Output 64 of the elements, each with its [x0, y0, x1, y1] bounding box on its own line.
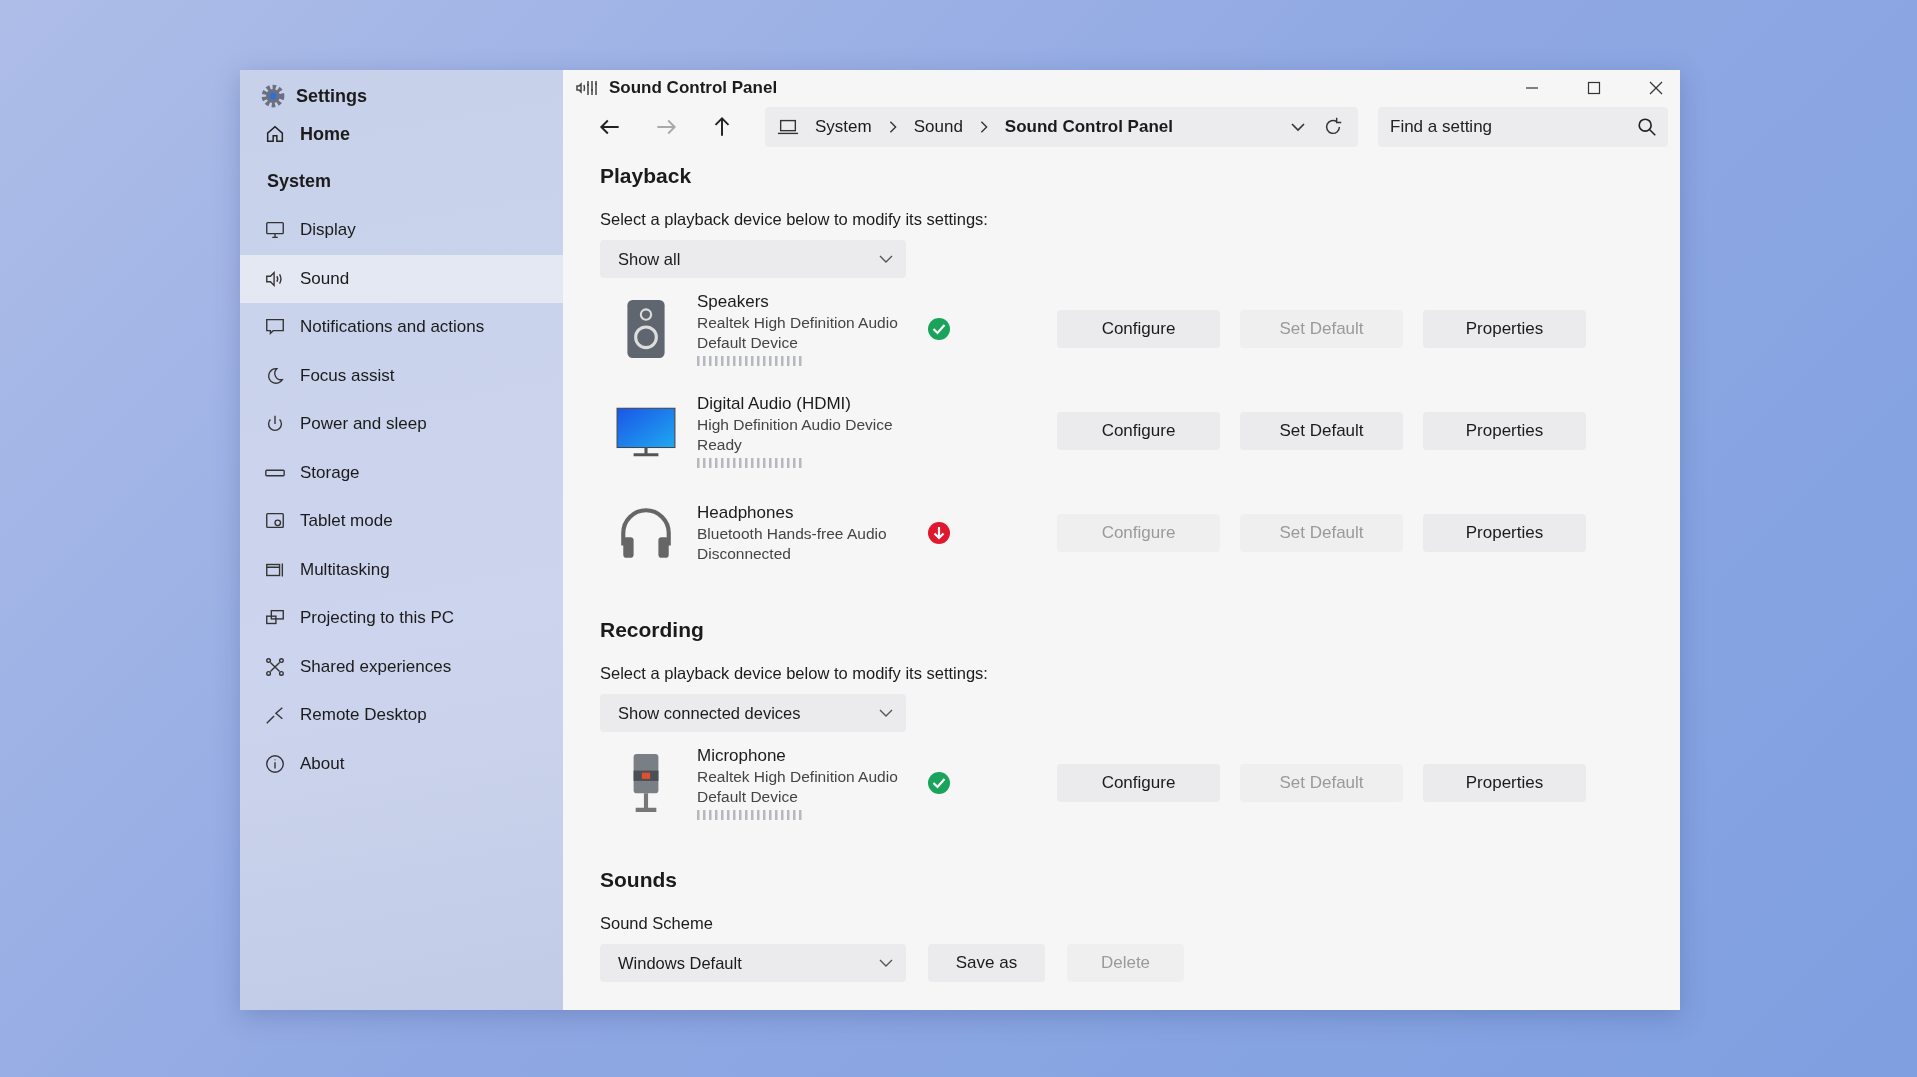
chevron-down-icon	[878, 958, 894, 968]
device-action-button[interactable]: Properties	[1423, 310, 1586, 348]
device-driver: High Definition Audio Device	[697, 416, 894, 434]
device-action-button[interactable]: Configure	[1057, 412, 1220, 450]
device-filter-dropdown[interactable]: Show connected devices	[600, 694, 906, 732]
info-icon	[264, 752, 286, 775]
section-heading: Playback	[600, 163, 693, 189]
sidebar-item[interactable]: Power and sleep	[240, 400, 563, 449]
home-icon	[264, 123, 286, 145]
sidebar-item[interactable]: Multitasking	[240, 545, 563, 594]
field-label: Sound Scheme	[600, 912, 714, 934]
sidebar-item[interactable]: About	[240, 739, 563, 788]
maximize-icon[interactable]	[1586, 80, 1602, 97]
device-filter-dropdown[interactable]: Show all	[600, 240, 906, 278]
sidebar-item[interactable]: Tablet mode	[240, 497, 563, 546]
shared-icon	[264, 655, 286, 678]
sidebar-item[interactable]: Sound	[240, 254, 563, 303]
device-action-button[interactable]: Properties	[1423, 764, 1586, 802]
breadcrumb-item[interactable]: Sound Control Panel	[1004, 117, 1173, 138]
device-status: Disconnected	[697, 545, 792, 563]
app-title: Settings	[296, 85, 367, 107]
chevron-down-icon	[878, 708, 894, 718]
chevron-right-icon	[978, 120, 989, 135]
device-action-button[interactable]: Properties	[1423, 412, 1586, 450]
address-bar[interactable]: System Sound Sound Control Panel	[765, 107, 1358, 148]
device-driver: Bluetooth Hands-free Audio	[697, 525, 888, 543]
window-title: Sound Control Panel	[609, 78, 778, 99]
device-driver: Realtek High Definition Audio	[697, 768, 899, 786]
section-heading: Recording	[600, 617, 705, 643]
breadcrumb-item[interactable]: Sound	[913, 117, 963, 138]
sidebar-item[interactable]: Storage	[240, 448, 563, 497]
search-icon	[1636, 116, 1658, 139]
sound-scheme-dropdown[interactable]: Windows Default	[600, 944, 906, 982]
device-name: Microphone	[697, 746, 787, 766]
scheme-button[interactable]: Save as	[928, 944, 1045, 982]
sidebar-item[interactable]: Focus assist	[240, 351, 563, 400]
device-driver: Realtek High Definition Audio	[697, 314, 899, 332]
search-field[interactable]: Find a setting	[1378, 107, 1668, 148]
close-icon[interactable]	[1648, 80, 1664, 97]
device-action-button[interactable]: Configure	[1057, 764, 1220, 802]
sidebar-item[interactable]: Projecting to this PC	[240, 594, 563, 643]
chevron-right-icon	[887, 120, 898, 135]
home-link[interactable]: Home	[240, 112, 563, 156]
chevron-down-icon	[878, 254, 894, 264]
device-status: Default Device	[697, 334, 799, 352]
device-action-button[interactable]: Set Default	[1240, 412, 1403, 450]
device-action-button[interactable]: Properties	[1423, 514, 1586, 552]
sidebar-item[interactable]: Remote Desktop	[240, 691, 563, 740]
chevron-down-icon[interactable]	[1290, 122, 1306, 133]
device-status: Default Device	[697, 788, 799, 806]
sidebar-item[interactable]: Display	[240, 206, 563, 255]
section-description: Select a playback device below to modify its settings:	[600, 208, 989, 230]
device-action-button[interactable]: Configure	[1057, 310, 1220, 348]
device-status: Ready	[697, 436, 743, 454]
device-name: Digital Audio (HDMI)	[697, 394, 852, 414]
device-name: Headphones	[697, 503, 795, 523]
section-description: Select a playback device below to modify its settings:	[600, 662, 989, 684]
section-label: System	[266, 169, 333, 193]
sidebar-item[interactable]: Notifications and actions	[240, 303, 563, 352]
sidebar-item[interactable]: Shared experiences	[240, 642, 563, 691]
section-heading: Sounds	[600, 867, 678, 893]
breadcrumb-item[interactable]: System	[815, 117, 872, 138]
device-name: Speakers	[697, 292, 770, 312]
gear-icon	[260, 83, 286, 109]
